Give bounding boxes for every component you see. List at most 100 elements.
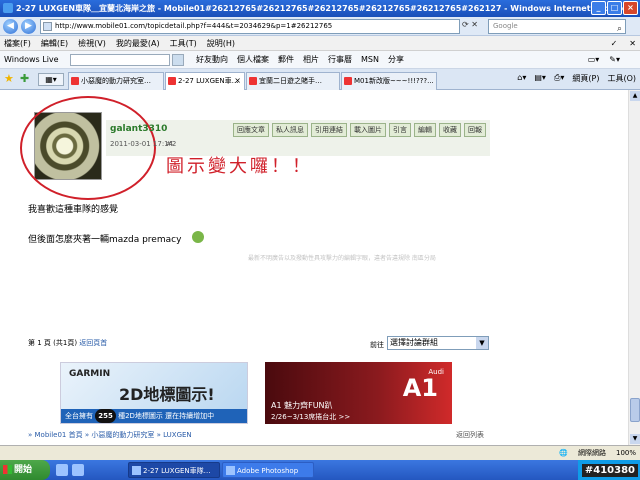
close-button[interactable]: × xyxy=(623,1,638,15)
minimize-button[interactable]: _ xyxy=(591,1,606,15)
address-bar: ◀ ▶ http://www.mobile01.com/topicdetail.… xyxy=(0,17,640,36)
menu-edit[interactable]: 編輯(E) xyxy=(41,36,68,50)
live-search-input[interactable] xyxy=(70,54,170,66)
settings-icon[interactable]: ✎▾ xyxy=(609,51,620,69)
menu-file[interactable]: 檔案(F) xyxy=(4,36,31,50)
audi-line-2: 2/26~3/13席捲台北 >> xyxy=(271,413,351,421)
task-photoshop[interactable]: Adobe Photoshop xyxy=(222,462,314,478)
maximize-button[interactable]: □ xyxy=(607,1,622,15)
tab-label: 小惡魔的動力研究室… xyxy=(81,77,151,85)
tab-2-active[interactable]: 2-27 LUXGEN車… × xyxy=(165,72,245,90)
back-to-top-link[interactable]: 返回頁首 xyxy=(79,339,107,347)
quick-link-msn[interactable]: MSN xyxy=(361,51,379,69)
search-icon[interactable]: ⌕ xyxy=(617,23,622,36)
annotation-text: 圖示變大囉！！ xyxy=(166,156,313,177)
load-images-button[interactable]: 載入圖片 xyxy=(350,123,386,137)
forum-select[interactable]: 選擇討論群組 ▼ xyxy=(387,336,489,350)
scroll-down-icon[interactable]: ▼ xyxy=(630,434,640,444)
status-bar: 🌐 網際網路 100% xyxy=(0,445,640,460)
task-ie[interactable]: 2-27 LUXGEN車隊… xyxy=(128,462,220,478)
breadcrumb-forum[interactable]: » 小惡魔的動力研究室 xyxy=(85,431,155,439)
url-input[interactable]: http://www.mobile01.com/topicdetail.php?… xyxy=(40,19,460,34)
garmin-ad-banner[interactable]: GARMIN 2D地標圖示! 全台擁有 255 種2D地標圖示 還在持續增加中 xyxy=(60,362,248,424)
feeds-icon[interactable]: ▤▾ xyxy=(534,73,546,84)
menu-favorites[interactable]: 我的最愛(A) xyxy=(116,36,160,50)
post-number[interactable]: #2 xyxy=(166,140,176,148)
task-label: Adobe Photoshop xyxy=(237,467,299,475)
watermark-tag: #410380 xyxy=(581,464,638,477)
command-bar: ⌂▾ ▤▾ ⎙▾ 網頁(P) 工具(O) xyxy=(517,73,636,84)
globe-icon: 🌐 xyxy=(559,449,568,457)
report-button[interactable]: 回報 xyxy=(464,123,486,137)
start-button[interactable]: 開始 xyxy=(0,460,50,480)
tools-menu[interactable]: 工具(O) xyxy=(607,73,636,84)
pagination: 第 1 頁 (共1頁) 返回頁首 xyxy=(28,338,107,348)
vertical-scrollbar[interactable]: ▲ ▼ xyxy=(628,90,640,445)
quick-link-photos[interactable]: 相片 xyxy=(303,51,319,69)
quick-launch-ie-icon[interactable] xyxy=(56,464,68,476)
forward-icon[interactable]: ▶ xyxy=(21,19,36,34)
ie-icon xyxy=(3,3,13,13)
live-search-button[interactable] xyxy=(172,54,184,66)
windows-live-label[interactable]: Windows Live xyxy=(4,51,59,69)
tab-3[interactable]: 宜蘭二日遊之賭手… xyxy=(246,72,340,90)
home-icon[interactable]: ⌂▾ xyxy=(517,73,526,84)
bookmark-button[interactable]: 收藏 xyxy=(439,123,461,137)
quick-tabs-icon[interactable]: ▦▾ xyxy=(38,73,64,86)
quick-link-friends[interactable]: 好友動向 xyxy=(196,51,228,69)
post-message-line-1: 我喜歡這種車隊的感覺 xyxy=(28,205,119,215)
quick-link-profile[interactable]: 個人檔案 xyxy=(237,51,269,69)
task-ie-icon xyxy=(132,466,141,475)
post-username[interactable]: galant3310 xyxy=(110,124,167,134)
menu-view[interactable]: 檢視(V) xyxy=(78,36,106,50)
quick-link-share[interactable]: 分享 xyxy=(388,51,404,69)
menu-tools[interactable]: 工具(T) xyxy=(170,36,197,50)
back-icon[interactable]: ◀ xyxy=(3,19,18,34)
tab-close-icon[interactable]: × xyxy=(234,73,241,89)
tab-1[interactable]: 小惡魔的動力研究室… xyxy=(68,72,164,90)
audi-line-1: A1 魅力齊FUN趴 xyxy=(271,401,333,410)
task-photoshop-icon xyxy=(226,466,235,475)
quick-links: 好友動向 個人檔案 郵件 相片 行事曆 MSN 分享 xyxy=(196,51,404,69)
garmin-strip-suffix: 種2D地標圖示 還在持續增加中 xyxy=(118,412,215,420)
chevron-down-icon[interactable]: ▼ xyxy=(476,337,488,349)
edit-button[interactable]: 編輯 xyxy=(414,123,436,137)
zoom-level[interactable]: 100% xyxy=(616,446,636,461)
check-icon[interactable]: ✓ xyxy=(611,36,618,51)
post-disclaimer: 最新不明廣告以及撥動性具攻擊力的編輯字眼，違者告違規除 南區分局 xyxy=(248,255,436,262)
task-label: 2-27 LUXGEN車隊… xyxy=(143,467,211,475)
tab-label: M01新改版~~~!!!???... xyxy=(354,77,434,85)
refresh-icon[interactable]: ⟳ ✕ xyxy=(462,20,478,29)
options-icon[interactable]: ▭▾ xyxy=(588,51,600,69)
print-icon[interactable]: ⎙▾ xyxy=(554,73,564,84)
favorites-star-icon[interactable]: ★ xyxy=(4,72,14,85)
quote-link-button[interactable]: 引用連結 xyxy=(311,123,347,137)
breadcrumb-home[interactable]: » Mobile01 首頁 xyxy=(28,431,83,439)
garmin-strip-prefix: 全台擁有 xyxy=(65,412,93,420)
tab-favicon xyxy=(71,77,79,85)
tab-favicon xyxy=(168,77,176,85)
page-content: 回應文章 私人訊息 引用連結 載入圖片 引言 編輯 收藏 回報 galant33… xyxy=(0,90,628,445)
quick-link-mail[interactable]: 郵件 xyxy=(278,51,294,69)
scroll-thumb[interactable] xyxy=(630,398,640,422)
quick-link-calendar[interactable]: 行事曆 xyxy=(328,51,352,69)
tabs-bar: ★ ✚ ▦▾ 小惡魔的動力研究室… 2-27 LUXGEN車… × 宜蘭二日遊之… xyxy=(0,69,640,90)
window-title-bar: 2-27 LUXGEN車隊＿宜蘭北海岸之旅 - Mobile01#2621276… xyxy=(0,0,640,17)
menu-help[interactable]: 說明(H) xyxy=(207,36,235,50)
audi-model: A1 xyxy=(402,374,438,402)
tab-4[interactable]: M01新改版~~~!!!???... xyxy=(341,72,437,90)
search-input[interactable]: Google ⌕ xyxy=(488,19,626,34)
quote-button[interactable]: 引言 xyxy=(389,123,411,137)
windows-flag-icon xyxy=(3,465,12,474)
x-icon[interactable]: ✕ xyxy=(629,36,636,51)
breadcrumb-board[interactable]: » LUXGEN xyxy=(157,431,192,439)
menu-bar: 檔案(F) 編輯(E) 檢視(V) 我的最愛(A) 工具(T) 說明(H) ✓ … xyxy=(0,36,640,51)
audi-ad-banner[interactable]: Audi A1 A1 魅力齊FUN趴 2/26~3/13席捲台北 >> xyxy=(265,362,452,424)
page-menu[interactable]: 網頁(P) xyxy=(572,73,599,84)
back-to-list-link[interactable]: 返回列表 xyxy=(456,430,484,440)
quick-launch-desktop-icon[interactable] xyxy=(72,464,84,476)
add-favorite-icon[interactable]: ✚ xyxy=(20,72,29,85)
reply-button[interactable]: 回應文章 xyxy=(233,123,269,137)
private-message-button[interactable]: 私人訊息 xyxy=(272,123,308,137)
scroll-up-icon[interactable]: ▲ xyxy=(630,91,640,101)
